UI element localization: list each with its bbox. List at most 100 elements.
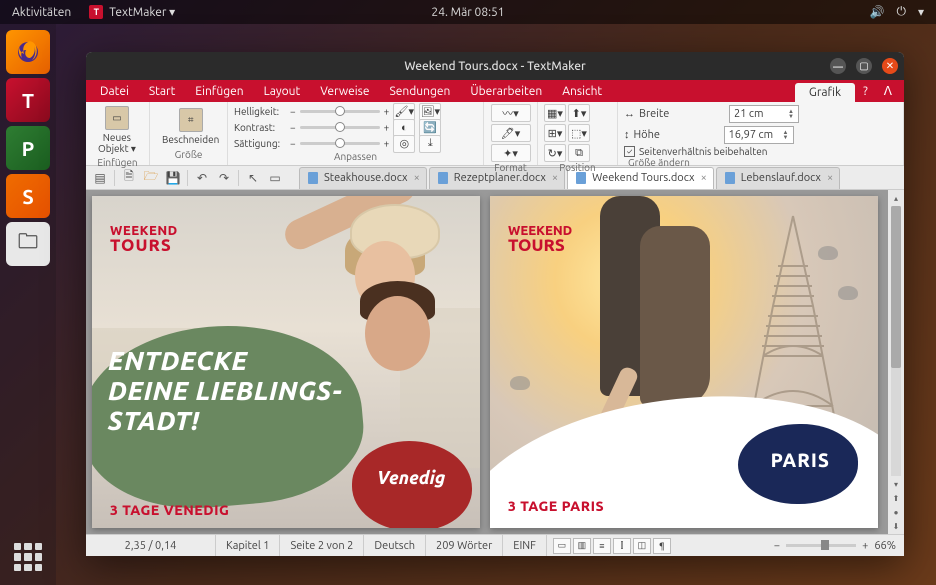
close-tab-icon[interactable]: × <box>701 172 707 184</box>
qa-cursor[interactable]: ↖ <box>243 169 263 187</box>
qa-save[interactable]: 💾 <box>163 169 183 187</box>
menu-ansicht[interactable]: Ansicht <box>552 82 612 101</box>
picture-style[interactable]: 🖼▾ <box>419 103 441 121</box>
status-mode[interactable]: EINF <box>503 535 547 556</box>
dock-textmaker[interactable]: T <box>6 78 50 122</box>
view-marks[interactable]: ¶ <box>653 538 671 554</box>
menu-sendungen[interactable]: Sendungen <box>380 82 461 101</box>
scroll-track[interactable] <box>891 206 901 476</box>
menu-help[interactable]: ? <box>855 82 876 101</box>
menu-einfuegen[interactable]: Einfügen <box>185 82 253 101</box>
volume-icon[interactable]: 🔊 <box>870 5 885 19</box>
effects[interactable]: ✦▾ <box>491 144 531 162</box>
clock[interactable]: 24. Mär 08:51 <box>431 6 504 19</box>
qa-object[interactable]: ▭ <box>265 169 285 187</box>
page-1[interactable]: WEEKEND TOURS ENTDECKE DEINE LIEBLINGS- … <box>92 196 480 528</box>
brightness-minus[interactable]: − <box>290 106 296 117</box>
export-picture[interactable]: ⤓ <box>419 135 441 153</box>
menu-layout[interactable]: Layout <box>254 82 311 101</box>
dock-firefox[interactable] <box>6 30 50 74</box>
dock-apps-grid[interactable] <box>14 543 42 571</box>
page-2[interactable]: WEEKEND TOURS PARIS 3 TAGE PARIS <box>490 196 878 528</box>
tab-steakhouse[interactable]: Steakhouse.docx × <box>299 167 427 189</box>
menu-start[interactable]: Start <box>139 82 185 101</box>
qa-menu[interactable]: ▤ <box>90 169 110 187</box>
close-tab-icon[interactable]: × <box>827 172 833 184</box>
recolor-button[interactable]: 🖌▾ <box>393 103 415 121</box>
crop-button[interactable]: ⌗ Beschneiden <box>156 106 225 147</box>
qa-new[interactable]: 🗎 <box>119 169 139 187</box>
qa-open[interactable]: 🗁 <box>141 169 161 187</box>
scroll-down[interactable]: ▾ <box>890 478 902 490</box>
qa-redo[interactable]: ↷ <box>214 169 234 187</box>
reset-picture[interactable]: ◎ <box>393 135 415 153</box>
saturation-minus[interactable]: − <box>290 138 296 149</box>
activities-button[interactable]: Aktivitäten <box>12 6 71 19</box>
close-tab-icon[interactable]: × <box>552 172 558 184</box>
pigeon-icon <box>838 286 858 300</box>
rotate[interactable]: ↻▾ <box>544 144 566 162</box>
saturation-plus[interactable]: + <box>384 138 390 149</box>
contrast-slider[interactable] <box>300 126 380 129</box>
dock: T P S 🗀 <box>0 24 56 585</box>
next-page[interactable]: ⬇ <box>890 520 902 532</box>
dock-planmaker[interactable]: P <box>6 126 50 170</box>
new-object-button[interactable]: ▭ Neues Objekt ▾ <box>92 104 142 157</box>
line-color[interactable]: 🖊▾ <box>491 124 531 142</box>
qa-undo[interactable]: ↶ <box>192 169 212 187</box>
change-picture[interactable]: 🔄 <box>419 119 441 137</box>
context-tab-grafik[interactable]: Grafik <box>795 83 855 102</box>
tab-label: Steakhouse.docx <box>324 172 408 184</box>
titlebar[interactable]: Weekend Tours.docx - TextMaker — ▢ ✕ <box>86 52 904 80</box>
height-spinner[interactable]: 16,97 cm▲▼ <box>724 126 794 144</box>
group-objects[interactable]: ⬚▾ <box>568 124 590 142</box>
wrap-text[interactable]: ▦▾ <box>544 104 566 122</box>
zoom-value[interactable]: 66% <box>874 540 896 552</box>
status-page[interactable]: Seite 2 von 2 <box>280 535 364 556</box>
brightness-slider[interactable] <box>300 110 380 113</box>
status-chapter[interactable]: Kapitel 1 <box>216 535 280 556</box>
window-close[interactable]: ✕ <box>882 58 898 74</box>
window-maximize[interactable]: ▢ <box>856 58 872 74</box>
menu-datei[interactable]: Datei <box>90 82 139 101</box>
app-menu[interactable]: T TextMaker ▾ <box>89 5 175 19</box>
shadow-button[interactable]: ◐ <box>393 119 415 137</box>
vertical-scrollbar[interactable]: ▴ ▾ ⬆ ● ⬇ <box>888 190 904 534</box>
tab-lebenslauf[interactable]: Lebenslauf.docx× <box>716 167 840 189</box>
line-style[interactable]: 〰▾ <box>491 104 531 122</box>
scroll-thumb[interactable] <box>891 206 901 368</box>
browse-object[interactable]: ● <box>890 506 902 518</box>
contrast-minus[interactable]: − <box>290 122 296 133</box>
duplicate[interactable]: ⧉ <box>568 144 590 162</box>
zoom-out[interactable]: − <box>774 540 780 552</box>
view-normal[interactable]: ▭ <box>553 538 571 554</box>
menu-ueberarbeiten[interactable]: Überarbeiten <box>460 82 552 101</box>
scroll-up[interactable]: ▴ <box>890 192 902 204</box>
align[interactable]: ⊞▾ <box>544 124 566 142</box>
zoom-slider[interactable] <box>786 544 856 547</box>
width-spinner[interactable]: 21 cm▲▼ <box>729 105 799 123</box>
saturation-slider[interactable] <box>300 142 380 145</box>
saturation-label: Sättigung: <box>234 138 286 149</box>
brightness-plus[interactable]: + <box>384 106 390 117</box>
bring-forward[interactable]: ⬆▾ <box>568 104 590 122</box>
status-words[interactable]: 209 Wörter <box>426 535 503 556</box>
dock-presentations[interactable]: S <box>6 174 50 218</box>
menu-collapse[interactable]: ᐱ <box>876 81 900 101</box>
view-object[interactable]: ◫ <box>633 538 651 554</box>
status-language[interactable]: Deutsch <box>364 535 426 556</box>
close-tab-icon[interactable]: × <box>414 172 420 184</box>
aspect-ratio-checkbox[interactable]: ✓ Seitenverhältnis beibehalten <box>624 146 767 157</box>
power-icon[interactable]: ⏻ <box>896 5 906 19</box>
view-continuous[interactable]: ⫿ <box>613 538 631 554</box>
window-minimize[interactable]: — <box>830 58 846 74</box>
view-outline[interactable]: ≡ <box>593 538 611 554</box>
menu-verweise[interactable]: Verweise <box>310 82 379 101</box>
zoom-in[interactable]: + <box>862 540 868 552</box>
system-menu-chevron[interactable]: ▾ <box>918 5 924 19</box>
dock-files[interactable]: 🗀 <box>6 222 50 266</box>
view-master[interactable]: ▥ <box>573 538 591 554</box>
contrast-plus[interactable]: + <box>384 122 390 133</box>
prev-page[interactable]: ⬆ <box>890 492 902 504</box>
status-position[interactable]: 2,35 / 0,14 <box>86 535 216 556</box>
